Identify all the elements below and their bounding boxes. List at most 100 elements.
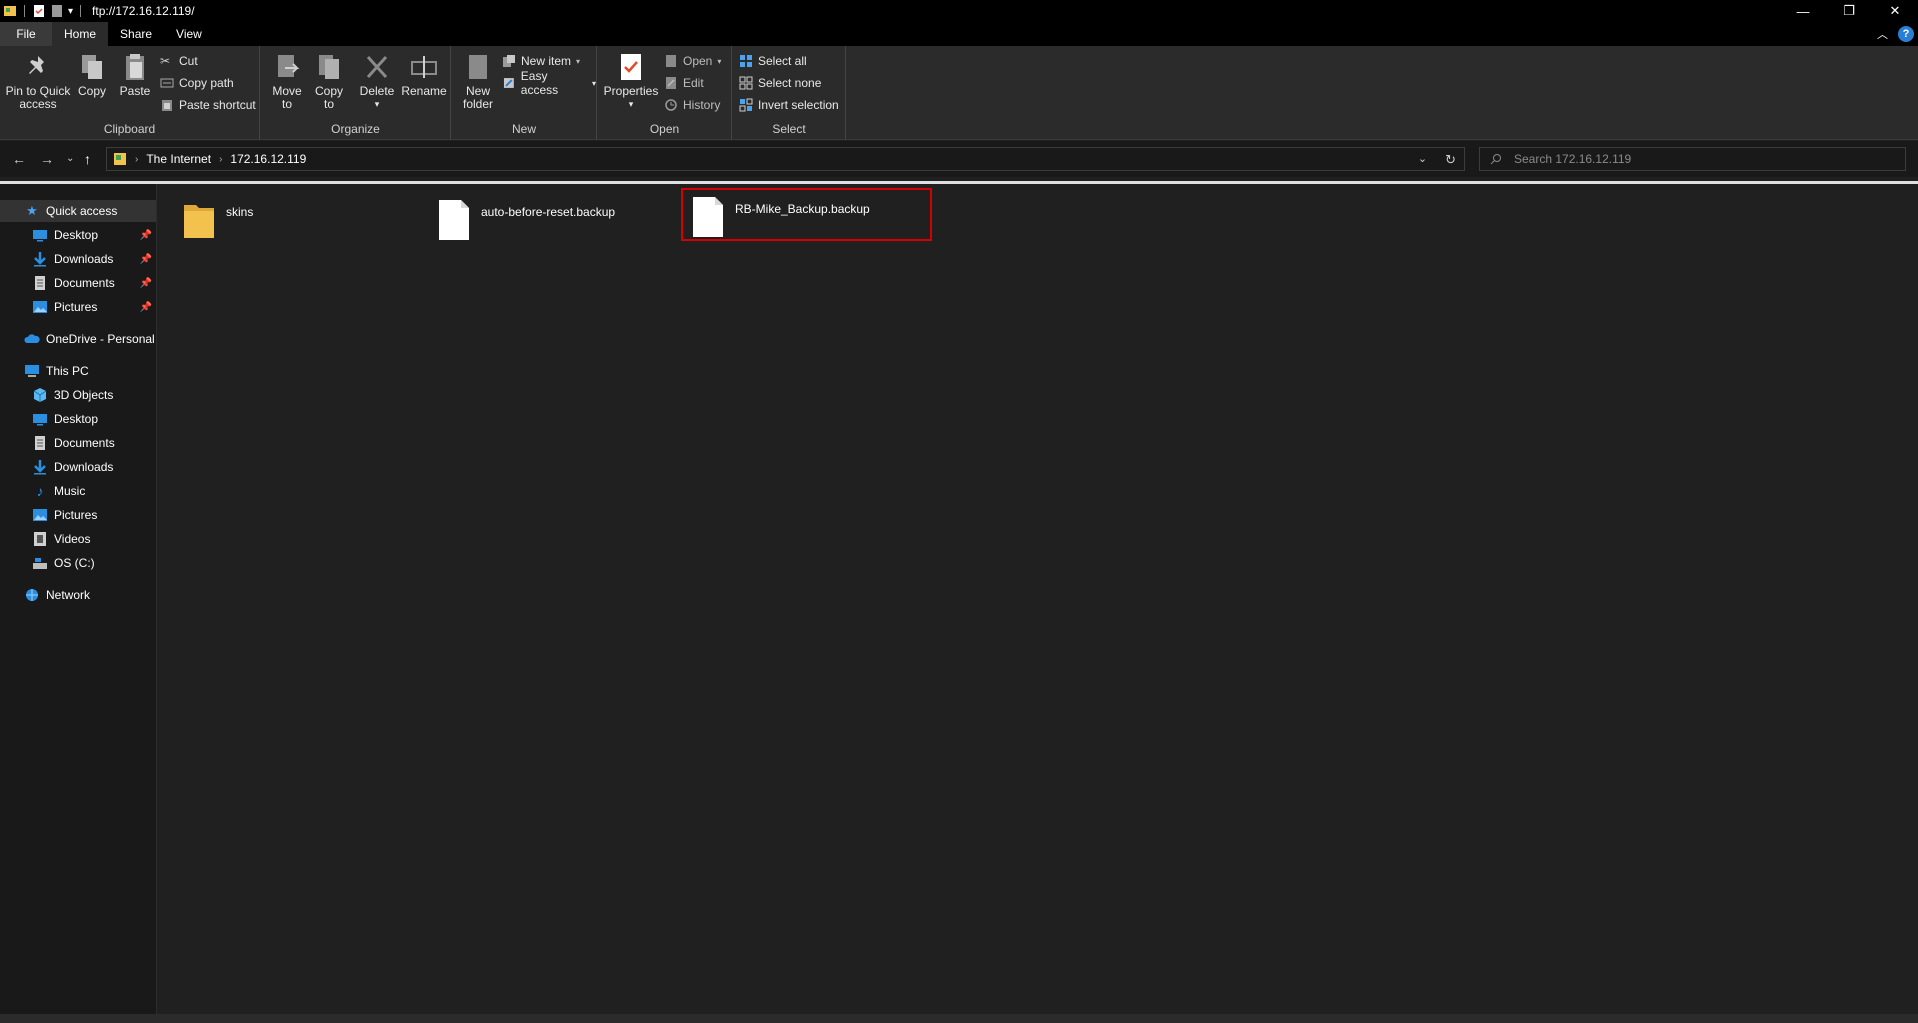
breadcrumb-host[interactable]: 172.16.12.119 [230,152,306,166]
pin-to-quick-access-button[interactable]: Pin to Quick access [4,52,72,111]
cut-button[interactable]: ✂ Cut [160,52,198,70]
pictures-icon [33,509,47,521]
sidebar-item-music[interactable]: ♪ Music [0,480,156,502]
paste-shortcut-button[interactable]: Paste shortcut [160,96,256,114]
move-to-button[interactable]: Move to [269,52,305,111]
qat-separator [24,5,25,17]
new-folder-button[interactable]: New folder [460,52,496,111]
copy-to-button[interactable]: Copy to [311,52,347,111]
close-button[interactable]: ✕ [1872,0,1918,22]
file-item-skins[interactable]: skins [174,193,261,247]
open-icon [666,55,676,67]
forward-arrow-icon[interactable]: → [40,151,54,167]
new-item-button[interactable]: New item ▾ [502,52,580,70]
restore-button[interactable]: ❐ [1826,0,1872,22]
recent-locations-chevron-icon[interactable]: ⌄ [66,153,74,164]
help-icon[interactable]: ? [1898,26,1914,42]
copy-path-button[interactable]: Copy path [160,74,234,92]
sidebar-item-label: Documents [54,276,115,290]
properties-check-icon[interactable] [32,4,46,18]
refresh-icon[interactable]: ↻ [1445,152,1456,168]
music-note-icon: ♪ [36,483,44,499]
sidebar-item-pc-desktop[interactable]: Desktop [0,408,156,430]
sidebar-item-pc-documents[interactable]: Documents [0,432,156,454]
select-group: Select all Select none Invert selection … [733,46,846,140]
new-item-label: New item [521,54,572,68]
tab-home[interactable]: Home [52,22,109,46]
copy-button[interactable]: Copy [76,52,108,98]
delete-button[interactable]: Delete ▾ [357,52,397,111]
sidebar-item-network[interactable]: Network [0,584,156,606]
sidebar-item-label: Downloads [54,460,114,474]
invert-selection-label: Invert selection [758,98,839,112]
sidebar-item-pc-pictures[interactable]: Pictures [0,504,156,526]
qat-dropdown-icon[interactable]: ▾ [68,6,73,17]
open-button[interactable]: Open ▾ [664,52,721,70]
copy-path-label: Copy path [179,76,234,90]
breadcrumb-separator: › [135,153,139,165]
edit-button[interactable]: Edit [664,74,704,92]
new-folder-line2: folder [462,97,494,111]
window-controls: — ❐ ✕ [1780,0,1918,22]
quick-access-toolbar: ▾ [0,0,84,22]
properties-label: Properties [603,84,659,98]
file-item-auto-before-reset[interactable]: auto-before-reset.backup [429,193,623,247]
edit-label: Edit [683,76,704,90]
copy-label: Copy [77,84,106,98]
collapse-ribbon-icon[interactable]: ︿ [1877,26,1888,42]
sidebar-item-pictures[interactable]: Pictures 📌 [0,296,156,318]
new-folder-qat-icon[interactable] [50,4,64,18]
sidebar-item-label: OneDrive - Personal [46,332,155,346]
address-dropdown-icon[interactable]: ⌄ [1418,152,1427,168]
sidebar-item-onedrive[interactable]: OneDrive - Personal [0,328,156,350]
scissors-icon: ✂ [160,54,171,68]
sidebar-item-documents[interactable]: Documents 📌 [0,272,156,294]
minimize-button[interactable]: — [1780,0,1826,22]
sidebar-item-desktop[interactable]: Desktop 📌 [0,224,156,246]
sidebar-item-label: Documents [54,436,115,450]
address-bar[interactable]: › The Internet › 172.16.12.119 ⌄ ↻ [106,147,1465,171]
sidebar-item-videos[interactable]: Videos [0,528,156,550]
select-none-button[interactable]: Select none [739,74,821,92]
organize-group: Move to Copy to Delete ▾ Rename Organize [261,46,451,140]
sidebar-item-quick-access[interactable]: ★ Quick access [0,200,156,222]
desktop-icon [33,230,47,242]
network-icon [26,589,38,601]
copy-to-icon [319,55,339,79]
file-name: auto-before-reset.backup [481,205,616,219]
easy-access-button[interactable]: Easy access ▾ [502,69,596,97]
cube-icon [33,388,47,402]
breadcrumb-separator: › [219,153,223,165]
select-all-button[interactable]: Select all [739,52,807,70]
star-icon: ★ [26,203,38,218]
new-item-dropdown-icon: ▾ [576,56,581,66]
sidebar-item-label: Desktop [54,228,99,242]
edit-icon [666,77,676,89]
rename-button[interactable]: Rename [401,52,447,98]
invert-selection-icon [739,98,753,112]
invert-selection-button[interactable]: Invert selection [739,96,839,114]
search-box[interactable] [1479,147,1906,171]
open-label: Open [683,54,713,68]
tab-file[interactable]: File [0,22,52,46]
sidebar-item-3d-objects[interactable]: 3D Objects [0,384,156,406]
history-button[interactable]: History [664,96,720,114]
up-arrow-icon[interactable]: ↑ [84,151,91,167]
back-arrow-icon[interactable]: ← [12,151,26,167]
organize-group-label: Organize [331,122,380,136]
new-folder-icon [469,55,487,79]
sidebar-item-downloads[interactable]: Downloads 📌 [0,248,156,270]
rename-label: Rename [401,84,447,98]
breadcrumb-the-internet[interactable]: The Internet [146,152,211,166]
sidebar-item-this-pc[interactable]: This PC [0,360,156,382]
tab-view[interactable]: View [164,22,214,46]
delete-dropdown-icon: ▾ [374,99,380,109]
easy-access-label: Easy access [520,69,559,97]
sidebar-item-pc-downloads[interactable]: Downloads [0,456,156,478]
properties-button[interactable]: Properties ▾ [602,52,660,111]
search-input[interactable] [1512,151,1892,167]
file-item-rb-mike-backup[interactable]: RB-Mike_Backup.backup [681,188,932,241]
sidebar-item-os-c[interactable]: OS (C:) [0,552,156,574]
tab-share[interactable]: Share [108,22,164,46]
paste-button[interactable]: Paste [118,52,152,98]
